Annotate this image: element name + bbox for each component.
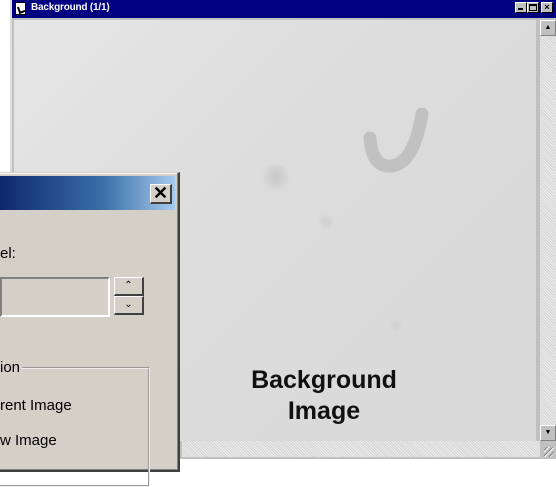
option-current-image[interactable]: rent Image xyxy=(0,397,72,414)
window-title: Background (1/1) xyxy=(31,2,110,13)
resize-grip-icon[interactable] xyxy=(540,441,556,459)
image-spot xyxy=(390,320,402,332)
groupbox-title: ion xyxy=(0,359,23,376)
level-label: el: xyxy=(0,245,16,262)
level-input[interactable] xyxy=(0,277,110,317)
maximize-button[interactable] xyxy=(527,2,539,13)
dialog-titlebar[interactable]: ✕ xyxy=(0,176,175,210)
spin-up-icon[interactable]: ⌃ xyxy=(114,277,144,296)
background-window-titlebar[interactable]: Background (1/1) × xyxy=(12,0,556,18)
level-dialog: ✕ el: ⌃ ⌄ ion rent Image w Image xyxy=(0,172,180,487)
label-line-1: Background xyxy=(251,366,397,394)
image-smudge xyxy=(363,108,429,173)
scroll-up-arrow-icon[interactable]: ▲ xyxy=(540,20,556,36)
label-line-2: Image xyxy=(287,397,361,425)
scroll-down-arrow-icon[interactable]: ▼ xyxy=(540,425,556,441)
document-icon xyxy=(15,2,26,15)
close-button[interactable]: × xyxy=(541,2,553,13)
output-groupbox xyxy=(0,367,150,487)
option-new-image[interactable]: w Image xyxy=(0,432,57,449)
minimize-button[interactable] xyxy=(515,2,527,13)
vertical-scrollbar[interactable]: ▲ ▼ xyxy=(540,20,556,441)
image-spot xyxy=(319,215,333,229)
horizontal-scrollbar[interactable] xyxy=(182,441,540,457)
image-spot xyxy=(263,164,289,190)
dialog-close-button[interactable]: ✕ xyxy=(150,184,172,204)
background-image-label: Background Image xyxy=(249,365,399,427)
spin-down-icon[interactable]: ⌄ xyxy=(114,296,144,315)
